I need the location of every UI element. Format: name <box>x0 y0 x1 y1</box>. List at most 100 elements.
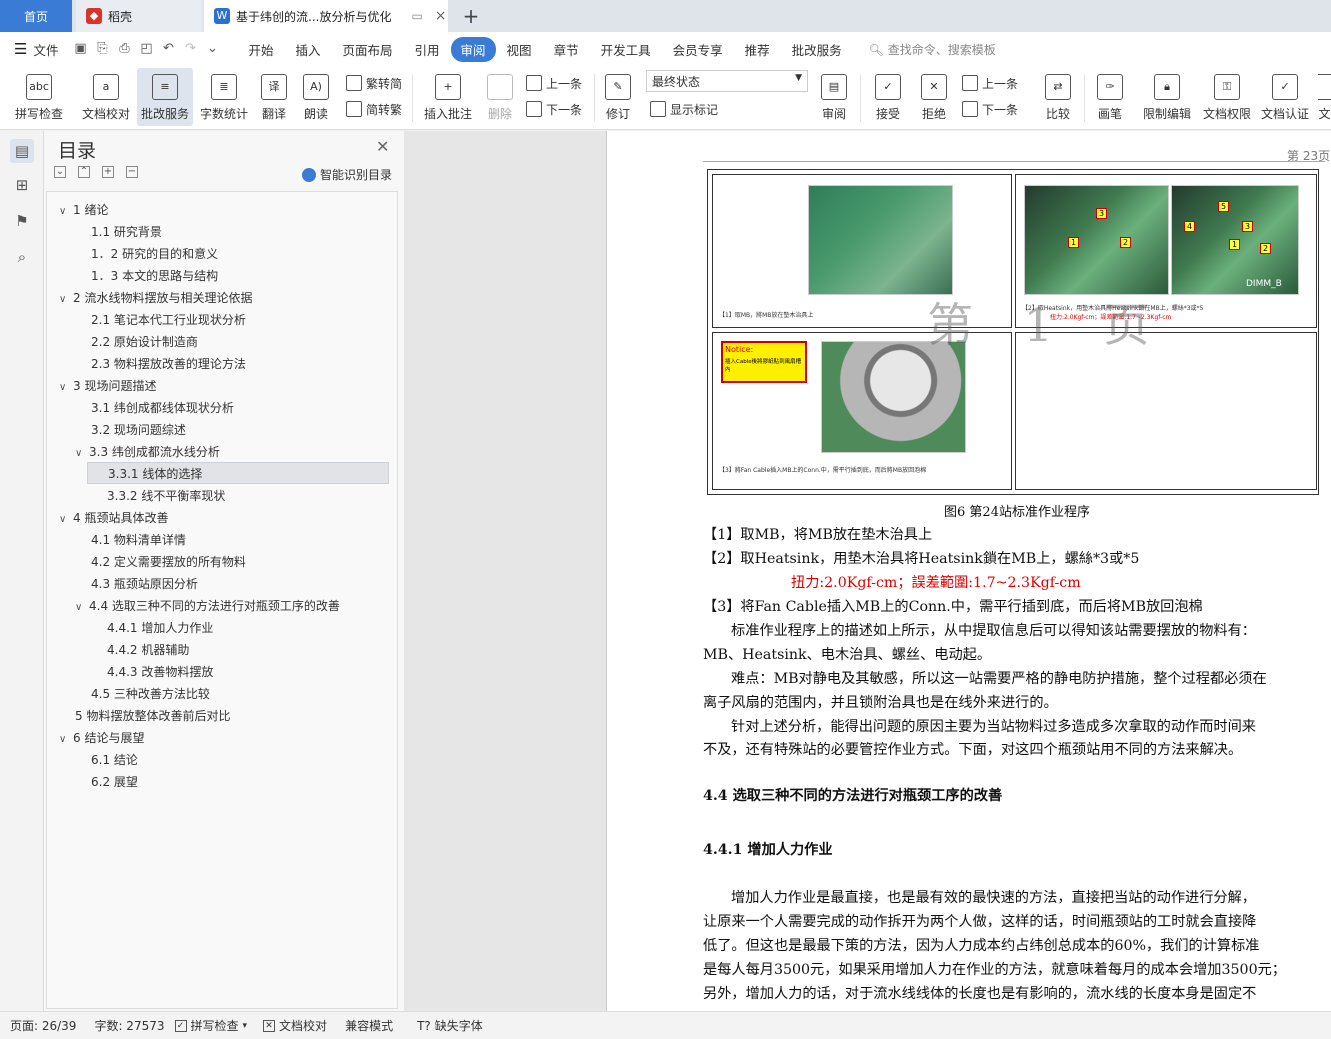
menu-reference[interactable]: 引用 <box>404 40 451 59</box>
remove-item-icon[interactable]: − <box>126 166 138 178</box>
undo-icon[interactable]: ↶ <box>159 40 177 58</box>
spell-check-button[interactable]: abc 拼写检查 <box>8 68 70 126</box>
close-tab-icon[interactable]: × <box>435 8 447 24</box>
toc-item[interactable]: 4.2 定义需要摆放的所有物料 <box>91 551 246 573</box>
proofread-status[interactable]: ✕ 文档校对 <box>263 1017 327 1034</box>
motherboard-photo <box>808 185 953 295</box>
save-icon[interactable]: ▣ <box>71 40 89 58</box>
search-icon[interactable]: ⌕ <box>10 245 34 269</box>
toc-item-label: 4.1 物料清单详情 <box>91 533 186 547</box>
toc-item[interactable]: ∨ 3 现场问题描述 <box>59 375 156 397</box>
prev-change-button[interactable]: 上一条 <box>962 72 1018 94</box>
missing-font-status[interactable]: T? 缺失字体 <box>417 1017 483 1034</box>
menu-chapter[interactable]: 章节 <box>543 40 590 59</box>
toc-item[interactable]: 4.3 瓶颈站原因分析 <box>91 573 198 595</box>
toc-item[interactable]: 4.1 物料清单详情 <box>91 529 186 551</box>
word-count-indicator[interactable]: 字数: 27573 <box>94 1017 164 1034</box>
smart-toc-button[interactable]: 智能识别目录 <box>302 166 392 183</box>
doc-auth-button[interactable]: ✓ 文档认证 <box>1258 68 1312 126</box>
toc-item[interactable]: 6.2 展望 <box>91 771 138 793</box>
toc-item[interactable]: 1．3 本文的思路与结构 <box>91 265 218 287</box>
menu-layout[interactable]: 页面布局 <box>332 40 404 59</box>
preview-icon[interactable]: ◰ <box>137 40 155 58</box>
menu-start[interactable]: 开始 <box>237 40 284 59</box>
ribbon-more-button[interactable]: 文 <box>1318 68 1331 126</box>
toc-item[interactable]: ∨ 1 绪论 <box>59 199 108 221</box>
tab-daoke[interactable]: ◆ 稻壳 <box>76 0 202 32</box>
spell-check-status[interactable]: ✓ 拼写检查 ▾ <box>174 1017 247 1034</box>
menu-review[interactable]: 审阅 <box>450 36 496 62</box>
reject-button[interactable]: ✕ 拒绝 <box>916 68 952 126</box>
page-indicator[interactable]: 页面: 26/39 <box>10 1017 76 1034</box>
proofread-button[interactable]: a 文档校对 <box>76 68 136 126</box>
redo-icon[interactable]: ↷ <box>181 40 199 58</box>
tab-home[interactable]: 首页 <box>0 0 72 32</box>
tab-document[interactable]: W 基于纬创的流...放分析与优化 ▭ × <box>204 0 448 32</box>
menu-revise-service[interactable]: 批改服务 <box>781 40 853 59</box>
delete-comment-button[interactable]: 删除 <box>480 68 520 126</box>
review-pane-button[interactable]: ▤ 审阅 <box>816 68 852 126</box>
export-icon[interactable]: ⎘ <box>93 40 111 58</box>
toc-item[interactable]: 3.3.2 线不平衡率现状 <box>107 485 225 507</box>
menu-view[interactable]: 视图 <box>496 40 543 59</box>
menu-recommend[interactable]: 推荐 <box>734 40 781 59</box>
toc-item[interactable]: 1.1 研究背景 <box>91 221 162 243</box>
toc-item[interactable]: 6.1 结论 <box>91 749 138 771</box>
add-item-icon[interactable]: + <box>102 166 114 178</box>
word-count-button[interactable]: ≣ 字数统计 <box>196 68 252 126</box>
toc-item-selected[interactable]: 3.3.1 线体的选择 <box>87 462 389 484</box>
menu-member[interactable]: 会员专享 <box>662 40 734 59</box>
toc-item[interactable]: ∨ 4 瓶颈站具体改善 <box>59 507 168 529</box>
prev-comment-button[interactable]: 上一条 <box>526 72 582 94</box>
compare-button[interactable]: ⇄ 比较 <box>1040 68 1076 126</box>
print-icon[interactable]: ⎙ <box>115 40 133 58</box>
pen-button[interactable]: ✑ 画笔 <box>1094 68 1126 126</box>
accept-button[interactable]: ✓ 接受 <box>870 68 906 126</box>
toc-item[interactable]: ∨ 2 流水线物料摆放与相关理论依据 <box>59 287 252 309</box>
translate-button[interactable]: 译翻译 <box>254 68 294 126</box>
toc-item[interactable]: 3.2 现场问题综述 <box>91 419 186 441</box>
close-icon[interactable]: ✕ <box>376 137 389 156</box>
read-aloud-button[interactable]: A) 朗读 <box>298 68 334 126</box>
monitor-icon[interactable]: ▭ <box>411 9 422 23</box>
hamburger-icon[interactable]: ☰ <box>14 40 27 58</box>
toc-item[interactable]: 2.1 笔记本代工行业现状分析 <box>91 309 246 331</box>
delete-comment-label: 删除 <box>487 107 512 121</box>
toc-item[interactable]: ∨ 3.3 纬创成都流水线分析 <box>75 441 220 463</box>
toc-item[interactable]: 2.3 物料摆放改善的理论方法 <box>91 353 246 375</box>
doc-rights-button[interactable]: ⚿ 文档权限 <box>1200 68 1254 126</box>
insert-comment-button[interactable]: + 插入批注 <box>420 68 476 126</box>
expand-all-icon[interactable]: ⌄ <box>54 166 66 178</box>
next-change-button[interactable]: 下一条 <box>962 98 1018 120</box>
toc-item[interactable]: ∨ 4.4 选取三种不同的方法进行对瓶颈工序的改善 <box>75 595 340 617</box>
new-tab-button[interactable]: + <box>456 0 486 32</box>
next-comment-button[interactable]: 下一条 <box>526 98 582 120</box>
toc-nav-icon[interactable]: ▤ <box>10 139 34 163</box>
toc-item[interactable]: 4.5 三种改善方法比较 <box>91 683 210 705</box>
toc-item[interactable]: 1．2 研究的目的和意义 <box>91 243 218 265</box>
toc-item[interactable]: 3.1 纬创成都线体现状分析 <box>91 397 234 419</box>
bookmark-icon[interactable]: ⚑ <box>10 209 34 233</box>
toc-item[interactable]: 4.4.2 机器辅助 <box>107 639 189 661</box>
menu-file[interactable]: 文件 <box>27 40 69 59</box>
menu-insert[interactable]: 插入 <box>284 40 331 59</box>
restrict-editing-button[interactable]: 🔒︎ 限制编辑 <box>1140 68 1194 126</box>
menu-devtools[interactable]: 开发工具 <box>590 40 662 59</box>
revise-service-button[interactable]: ≡ 批改服务 <box>137 68 193 126</box>
toc-item[interactable]: 4.4.3 改善物料摆放 <box>107 661 213 683</box>
toc-item[interactable]: 4.4.1 增加人力作业 <box>107 617 213 639</box>
document-page[interactable]: 第 23页 【1】取MB，將MB放在墊木治具上 3 1 2 5 4 3 1 2 … <box>606 131 1331 1011</box>
show-marks-button[interactable]: 显示标记 <box>650 98 718 120</box>
collapse-all-icon[interactable]: ⌃ <box>78 166 90 178</box>
left-nav-rail: ▤ ⊞ ⚑ ⌕ <box>0 131 44 1011</box>
more-icon[interactable]: ⌄ <box>203 40 221 58</box>
command-search[interactable]: 🔍︎ 查找命令、搜索模板 <box>869 41 996 58</box>
toc-item[interactable]: 2.2 原始设计制造商 <box>91 331 198 353</box>
track-changes-button[interactable]: ✎ 修订 <box>600 68 636 126</box>
simp-to-trad-button[interactable]: 简转繁 <box>346 98 402 120</box>
chapter-nav-icon[interactable]: ⊞ <box>10 173 34 197</box>
display-state-select[interactable]: 最终状态 ▼ <box>646 70 808 92</box>
trad-to-simp-button[interactable]: 繁转简 <box>346 72 402 94</box>
toc-item[interactable]: ∨ 6 结论与展望 <box>59 727 144 749</box>
toc-item[interactable]: 5 物料摆放整体改善前后对比 <box>75 705 230 727</box>
